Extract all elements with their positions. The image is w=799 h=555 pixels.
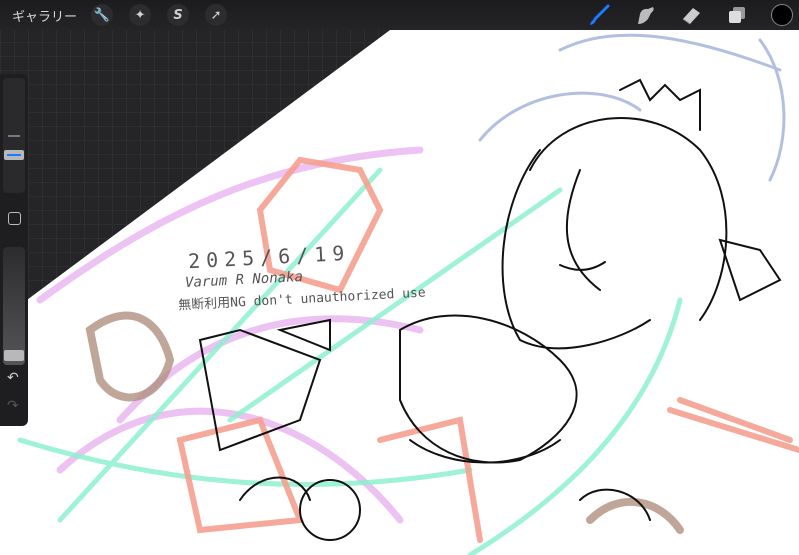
brush-size-slider[interactable]: [3, 78, 25, 193]
opacity-slider[interactable]: [3, 247, 25, 365]
smudge-icon[interactable]: [633, 3, 657, 27]
sidebar: ↶ ↷: [0, 74, 28, 426]
slider-tick: [8, 135, 20, 137]
redo-icon[interactable]: ↷: [7, 398, 19, 414]
wrench-icon[interactable]: 🔧: [91, 4, 114, 26]
gallery-button[interactable]: ギャラリー: [12, 6, 77, 25]
modify-button[interactable]: [8, 212, 21, 225]
top-toolbar: ギャラリー 🔧 ✦ S ➚: [0, 0, 799, 30]
arrow-icon[interactable]: ➚: [205, 4, 228, 26]
undo-icon[interactable]: ↶: [7, 370, 19, 386]
magic-wand-icon[interactable]: ✦: [129, 4, 152, 26]
brush-size-thumb[interactable]: [4, 150, 24, 160]
opacity-thumb[interactable]: [4, 350, 24, 361]
eraser-icon[interactable]: [679, 3, 703, 27]
color-swatch[interactable]: [771, 4, 793, 26]
layers-icon[interactable]: [725, 3, 749, 27]
brush-icon[interactable]: [587, 3, 611, 27]
selection-icon[interactable]: S: [167, 4, 190, 26]
